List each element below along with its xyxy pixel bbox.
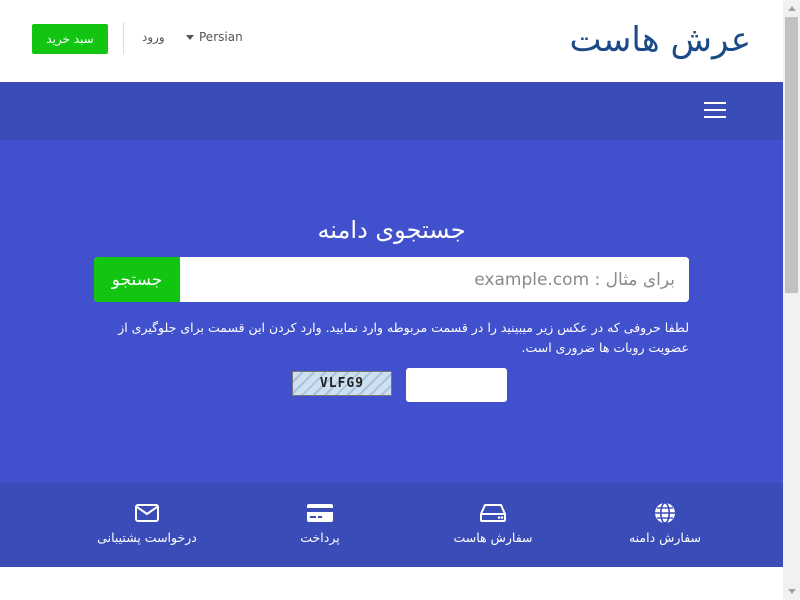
scroll-thumb[interactable] [785, 17, 798, 293]
captcha-image: VLFG9 [292, 371, 392, 396]
feature-payment[interactable]: پرداخت [230, 483, 410, 567]
domain-search-section: جستجوی دامنه جستجو لطفا حروفی که در عکس … [0, 140, 783, 483]
scroll-up-arrow-icon[interactable] [783, 0, 800, 17]
page: عرش هاست سبد خرید ورود Persian جستجوی دا… [0, 0, 800, 600]
credit-card-icon [307, 501, 333, 525]
language-label: Persian [199, 30, 243, 44]
nav-bar [0, 82, 783, 140]
domain-search-form: جستجو [94, 257, 689, 302]
vertical-scrollbar[interactable] [783, 0, 800, 600]
login-link[interactable]: ورود [142, 30, 165, 44]
feature-order-domain[interactable]: سفارش دامنه [575, 483, 755, 567]
captcha-input[interactable] [406, 368, 507, 402]
captcha-code: VLFG9 [319, 376, 365, 391]
feature-support-request[interactable]: درخواست پشتیبانی [57, 483, 237, 567]
site-header: عرش هاست سبد خرید ورود Persian [0, 0, 783, 82]
envelope-icon [135, 501, 159, 525]
cart-button[interactable]: سبد خرید [32, 24, 108, 54]
header-divider [123, 22, 124, 54]
hero-title: جستجوی دامنه [317, 216, 466, 244]
feature-label: درخواست پشتیبانی [97, 530, 197, 545]
search-button[interactable]: جستجو [94, 257, 180, 302]
feature-label: سفارش دامنه [628, 530, 702, 545]
language-selector[interactable]: Persian [186, 30, 243, 44]
feature-order-hosting[interactable]: سفارش هاست [403, 483, 583, 567]
feature-label: سفارش هاست [453, 530, 533, 545]
feature-label: پرداخت [300, 530, 340, 545]
globe-icon [653, 501, 677, 525]
domain-search-input[interactable] [180, 257, 689, 302]
server-icon [480, 501, 506, 525]
hamburger-menu-icon[interactable] [704, 102, 726, 118]
features-bar: سفارش دامنه سفارش هاست پرداخت درخواست پش… [0, 483, 783, 567]
caret-down-icon [186, 34, 194, 40]
site-logo[interactable]: عرش هاست [569, 20, 751, 60]
scroll-down-arrow-icon[interactable] [783, 583, 800, 600]
captcha-instructions: لطفا حروفی که در عکس زیر میبینید را در ق… [118, 320, 689, 355]
main-content: عرش هاست سبد خرید ورود Persian جستجوی دا… [0, 0, 783, 600]
